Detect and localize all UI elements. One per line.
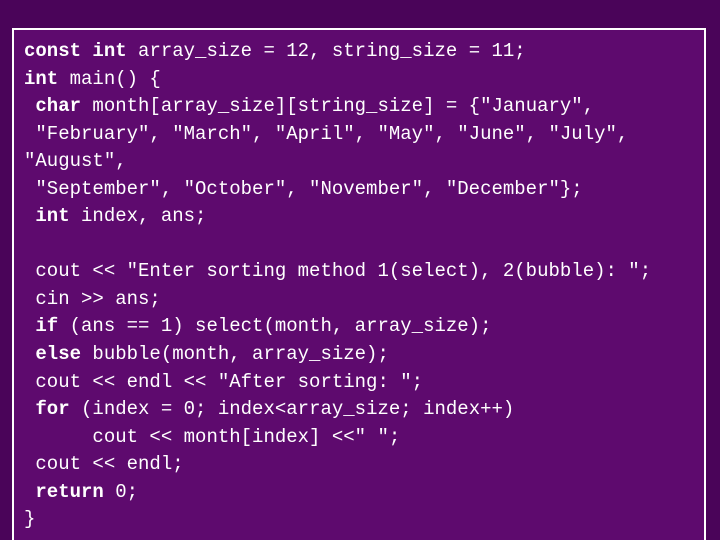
code-text: array_size = 12, string_size = 11; (127, 40, 526, 62)
code-text: } (24, 508, 35, 530)
keyword-else: else (35, 343, 81, 365)
keyword-int: int (24, 68, 58, 90)
keyword-int: int (35, 205, 69, 227)
keyword-const: const (24, 40, 81, 62)
code-text: (ans == 1) select(month, array_size); (58, 315, 491, 337)
code-text: "September", "October", "November", "Dec… (24, 178, 583, 200)
code-box: const int array_size = 12, string_size =… (12, 28, 706, 540)
slide: const int array_size = 12, string_size =… (0, 0, 720, 540)
code-text: bubble(month, array_size); (81, 343, 389, 365)
code-block: const int array_size = 12, string_size =… (24, 38, 694, 534)
code-text: (index = 0; index<array_size; index++) (70, 398, 515, 420)
code-text: 0; (104, 481, 138, 503)
code-text: index, ans; (70, 205, 207, 227)
keyword-int: int (92, 40, 126, 62)
keyword-for: for (35, 398, 69, 420)
code-text: cin >> ans; (24, 288, 161, 310)
code-text: cout << "Enter sorting method 1(select),… (24, 260, 651, 282)
code-text: cout << month[index] <<" "; (24, 426, 400, 448)
code-text: cout << endl << "After sorting: "; (24, 371, 423, 393)
code-text: "February", "March", "April", "May", "Ju… (24, 123, 640, 173)
keyword-char: char (35, 95, 81, 117)
keyword-return: return (35, 481, 103, 503)
keyword-if: if (35, 315, 58, 337)
code-text: month[array_size][string_size] = {"Janua… (81, 95, 594, 117)
code-text: main() { (58, 68, 161, 90)
code-text: cout << endl; (24, 453, 184, 475)
